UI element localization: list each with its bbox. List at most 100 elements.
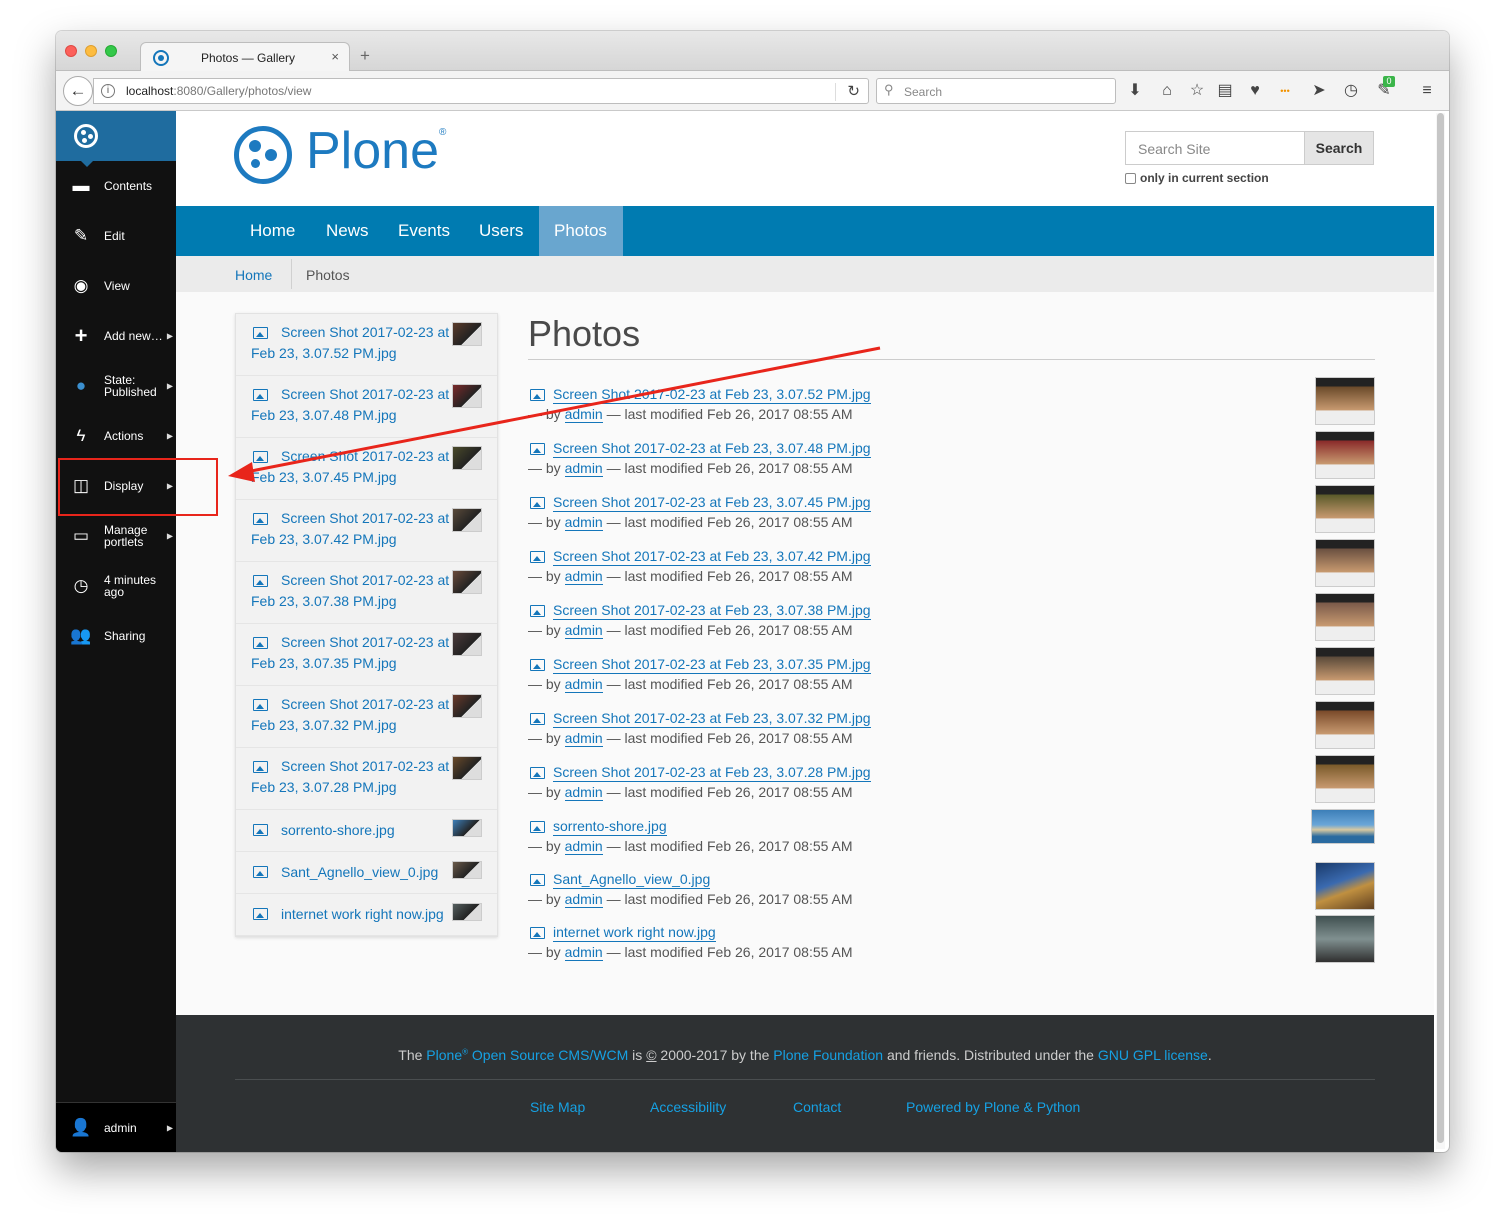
- portlet-item[interactable]: Screen Shot 2017-02-23 at Feb 23, 3.07.45…: [236, 438, 497, 500]
- author-link[interactable]: admin: [564, 891, 603, 908]
- plone-foundation-link[interactable]: Plone Foundation: [773, 1047, 883, 1063]
- author-link[interactable]: admin: [564, 730, 603, 747]
- only-current-section[interactable]: only in current section: [1125, 171, 1269, 185]
- content-item-title[interactable]: Screen Shot 2017-02-23 at Feb 23, 3.07.3…: [553, 709, 871, 728]
- url-bar[interactable]: i localhost:8080/Gallery/photos/view ↻: [93, 78, 869, 104]
- portlet-item[interactable]: Screen Shot 2017-02-23 at Feb 23, 3.07.48…: [236, 376, 497, 438]
- content-item-title[interactable]: sorrento-shore.jpg: [553, 817, 667, 836]
- toolbar-manage-portlets[interactable]: ▭ Manage portlets ▶: [56, 511, 176, 561]
- thumbnail-image[interactable]: [1311, 809, 1375, 844]
- toolbar-state[interactable]: ● State: Published ▶: [56, 361, 176, 411]
- content-item-title[interactable]: internet work right now.jpg: [553, 923, 716, 942]
- breadcrumb-home[interactable]: Home: [235, 267, 272, 283]
- footer-site-map[interactable]: Site Map: [530, 1099, 585, 1115]
- portlet-item[interactable]: sorrento-shore.jpg: [236, 810, 497, 852]
- thumbnail-image[interactable]: [1315, 593, 1375, 641]
- portlet-item-label-line2: Feb 23, 3.07.35 PM.jpg: [251, 655, 397, 671]
- content-item-title[interactable]: Screen Shot 2017-02-23 at Feb 23, 3.07.2…: [553, 763, 871, 782]
- close-window-button[interactable]: [65, 45, 77, 57]
- download-icon[interactable]: ⬇: [1125, 81, 1145, 101]
- page-scrollbar[interactable]: [1436, 113, 1445, 1149]
- toolbar-user[interactable]: 👤 admin ▶: [56, 1102, 176, 1152]
- portlet-item-label: Sant_Agnello_view_0.jpg: [281, 864, 439, 880]
- menu-icon[interactable]: ≡: [1417, 81, 1437, 101]
- toolbar-contents-label: Contents: [104, 179, 153, 193]
- toolbar-edit[interactable]: ✎ Edit: [56, 211, 176, 261]
- portlet-item[interactable]: Screen Shot 2017-02-23 at Feb 23, 3.07.38…: [236, 562, 497, 624]
- extension-badge: 0: [1383, 76, 1395, 87]
- content-item-title[interactable]: Sant_Agnello_view_0.jpg: [553, 870, 711, 889]
- toolbar-actions[interactable]: ϟ Actions ▶: [56, 411, 176, 461]
- content-item-title[interactable]: Screen Shot 2017-02-23 at Feb 23, 3.07.3…: [553, 601, 871, 620]
- toolbar-contents[interactable]: ▬ Contents: [56, 161, 176, 211]
- thumbnail-image[interactable]: [1315, 755, 1375, 803]
- content-item-title[interactable]: Screen Shot 2017-02-23 at Feb 23, 3.07.3…: [553, 655, 871, 674]
- portlet-item[interactable]: Sant_Agnello_view_0.jpg: [236, 852, 497, 894]
- toolbar-logo[interactable]: [56, 111, 176, 167]
- toolbar-view[interactable]: ◉ View: [56, 261, 176, 311]
- thumbnail-image[interactable]: [1315, 377, 1375, 425]
- toolbar-history[interactable]: ◷ 4 minutes ago: [56, 561, 176, 611]
- portlet-item[interactable]: internet work right now.jpg: [236, 894, 497, 936]
- nav-news[interactable]: News: [311, 206, 384, 256]
- nav-photos[interactable]: Photos: [539, 206, 623, 256]
- author-link[interactable]: admin: [564, 460, 603, 477]
- content-item-title[interactable]: Screen Shot 2017-02-23 at Feb 23, 3.07.4…: [553, 439, 871, 458]
- plone-link[interactable]: Plone®: [426, 1047, 468, 1063]
- nav-events[interactable]: Events: [383, 206, 465, 256]
- info-icon[interactable]: i: [101, 84, 115, 98]
- new-tab-button[interactable]: +: [360, 46, 370, 66]
- portlet-item[interactable]: Screen Shot 2017-02-23 at Feb 23, 3.07.32…: [236, 686, 497, 748]
- bookmark-star-icon[interactable]: ☆: [1187, 81, 1207, 101]
- history-icon[interactable]: ◷: [1341, 81, 1361, 101]
- rss-icon[interactable]: •••: [1275, 81, 1295, 101]
- gpl-license-link[interactable]: GNU GPL license: [1098, 1047, 1208, 1063]
- portlet-item[interactable]: Screen Shot 2017-02-23 at Feb 23, 3.07.52…: [236, 314, 497, 376]
- pocket-icon[interactable]: ♥: [1245, 81, 1265, 101]
- author-link[interactable]: admin: [564, 944, 603, 961]
- author-link[interactable]: admin: [564, 622, 603, 639]
- reading-list-icon[interactable]: ▤: [1215, 81, 1235, 101]
- thumbnail-image[interactable]: [1315, 431, 1375, 479]
- thumbnail-image[interactable]: [1315, 647, 1375, 695]
- content-item-title[interactable]: Screen Shot 2017-02-23 at Feb 23, 3.07.4…: [553, 493, 871, 512]
- thumbnail-image[interactable]: [1315, 485, 1375, 533]
- author-link[interactable]: admin: [564, 676, 603, 693]
- author-link[interactable]: admin: [564, 838, 603, 855]
- tab-close-icon[interactable]: ×: [331, 49, 339, 64]
- content-item-title[interactable]: Screen Shot 2017-02-23 at Feb 23, 3.07.4…: [553, 547, 871, 566]
- zoom-window-button[interactable]: [105, 45, 117, 57]
- author-link[interactable]: admin: [564, 514, 603, 531]
- portlet-item[interactable]: Screen Shot 2017-02-23 at Feb 23, 3.07.28…: [236, 748, 497, 810]
- site-search-button[interactable]: Search: [1304, 131, 1374, 165]
- reload-icon[interactable]: ↻: [847, 82, 860, 100]
- home-icon[interactable]: ⌂: [1157, 81, 1177, 101]
- nav-home[interactable]: Home: [235, 206, 310, 256]
- browser-tab[interactable]: Photos — Gallery ×: [140, 42, 350, 72]
- site-search-input[interactable]: Search Site: [1125, 131, 1305, 165]
- portlet-item[interactable]: Screen Shot 2017-02-23 at Feb 23, 3.07.35…: [236, 624, 497, 686]
- nav-users[interactable]: Users: [464, 206, 538, 256]
- toolbar-add-new[interactable]: + Add new… ▶: [56, 311, 176, 361]
- thumbnail-image[interactable]: [1315, 915, 1375, 963]
- footer-contact[interactable]: Contact: [793, 1099, 841, 1115]
- author-link[interactable]: admin: [564, 406, 603, 423]
- author-link[interactable]: admin: [564, 568, 603, 585]
- checkbox[interactable]: [1125, 173, 1136, 184]
- thumbnail-image[interactable]: [1315, 862, 1375, 910]
- toolbar-sharing[interactable]: 👥 Sharing: [56, 611, 176, 661]
- back-button[interactable]: ←: [63, 76, 93, 106]
- cms-link[interactable]: Open Source CMS/WCM: [472, 1047, 628, 1063]
- scrollbar-thumb[interactable]: [1437, 113, 1444, 1143]
- browser-search-bar[interactable]: ⚲ Search: [876, 78, 1116, 104]
- portlet-item[interactable]: Screen Shot 2017-02-23 at Feb 23, 3.07.42…: [236, 500, 497, 562]
- author-link[interactable]: admin: [564, 784, 603, 801]
- logo-wordmark: Plone®: [306, 122, 447, 180]
- minimize-window-button[interactable]: [85, 45, 97, 57]
- content-item-title[interactable]: Screen Shot 2017-02-23 at Feb 23, 3.07.5…: [553, 385, 871, 404]
- thumbnail-image[interactable]: [1315, 701, 1375, 749]
- footer-powered-by[interactable]: Powered by Plone & Python: [906, 1099, 1080, 1115]
- thumbnail-image[interactable]: [1315, 539, 1375, 587]
- send-icon[interactable]: ➤: [1309, 81, 1329, 101]
- footer-accessibility[interactable]: Accessibility: [650, 1099, 726, 1115]
